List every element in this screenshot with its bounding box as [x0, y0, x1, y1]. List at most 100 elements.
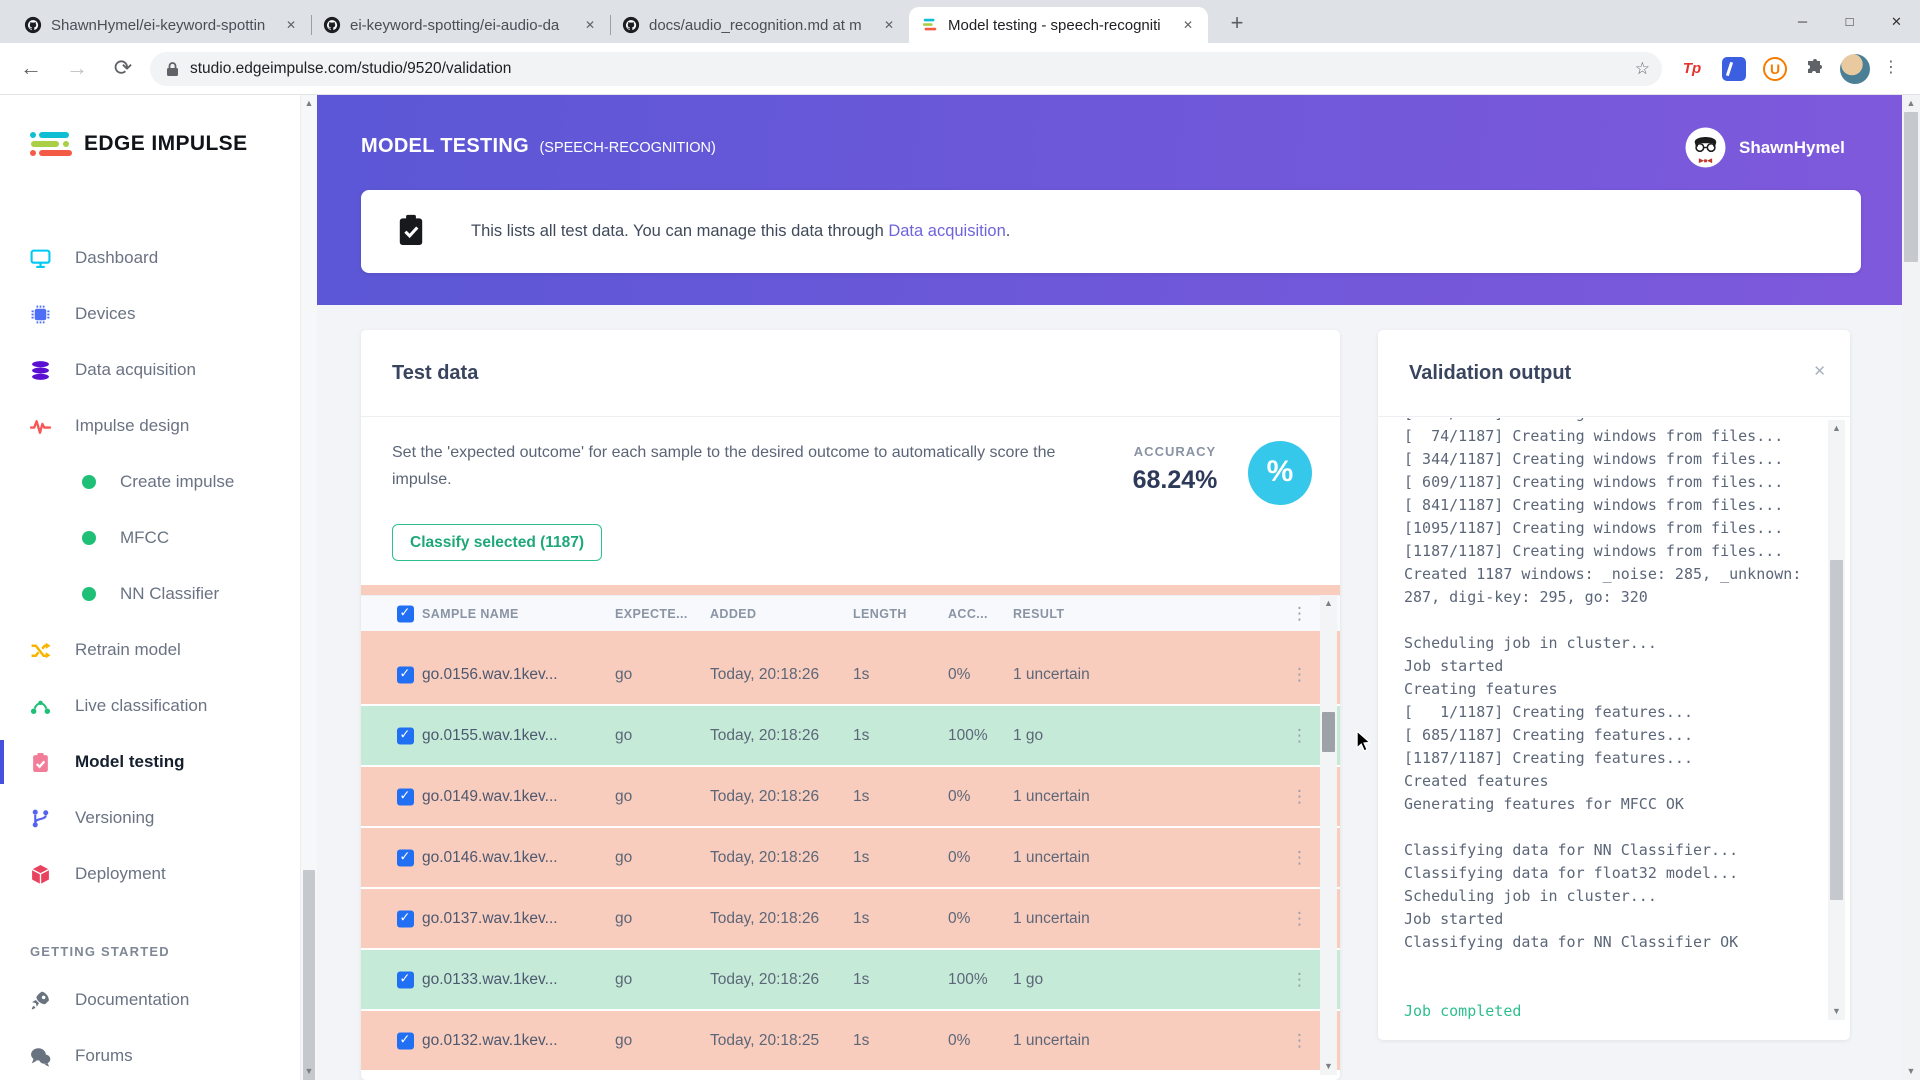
row-checkbox[interactable]	[397, 1031, 414, 1049]
console-line: [ 841/1187] Creating windows from files.…	[1404, 496, 1784, 514]
row-checkbox[interactable]	[397, 848, 414, 866]
edge-impulse-logo[interactable]: EDGE IMPULSE	[28, 128, 248, 160]
sidebar-item-dashboard[interactable]: Dashboard	[0, 230, 300, 286]
close-icon[interactable]: ✕	[1813, 362, 1826, 380]
sidebar-item-forums[interactable]: Forums	[0, 1028, 300, 1080]
accuracy-cell: 0%	[948, 909, 971, 927]
table-row[interactable]: go.0133.wav.1kev... go Today, 20:18:26 1s 10…	[361, 950, 1340, 1009]
scroll-down-arrow[interactable]: ▼	[1320, 1058, 1337, 1075]
extension-tp-icon[interactable]: Tp	[1680, 57, 1704, 81]
column-header[interactable]: EXPECTE...	[615, 607, 688, 621]
row-checkbox[interactable]	[397, 665, 414, 683]
row-checkbox[interactable]	[397, 787, 414, 805]
sidebar-subitem-mfcc[interactable]: MFCC	[0, 510, 300, 566]
table-row[interactable]: go.0132.wav.1kev... go Today, 20:18:25 1s 0%…	[361, 1011, 1340, 1070]
table-row[interactable]: go.0146.wav.1kev... go Today, 20:18:26 1s 0%…	[361, 828, 1340, 887]
length-cell: 1s	[853, 970, 870, 988]
sidebar-item-label: Dashboard	[75, 248, 159, 267]
tab-close-button[interactable]: ✕	[281, 15, 301, 35]
page-scrollbar[interactable]: ▲ ▼	[1902, 95, 1920, 1080]
scrollbar-thumb[interactable]	[1904, 112, 1918, 262]
row-checkbox[interactable]	[397, 726, 414, 744]
row-checkbox[interactable]	[397, 970, 414, 988]
browser-tab[interactable]: ei-keyword-spotting/ei-audio-da ✕	[311, 7, 610, 43]
extension-ublock-icon[interactable]: U	[1763, 57, 1787, 81]
sidebar-item-live-classification[interactable]: Live classification	[0, 678, 300, 734]
dashboard-icon	[30, 248, 52, 269]
scrollbar-thumb[interactable]	[303, 870, 315, 1080]
result-cell: 1 uncertain	[1013, 1031, 1090, 1049]
scroll-up-arrow[interactable]: ▲	[301, 95, 317, 112]
sidebar-item-documentation[interactable]: Documentation	[0, 972, 300, 1028]
row-menu-button[interactable]: ⋮	[1291, 1031, 1308, 1051]
row-menu-button[interactable]: ⋮	[1291, 665, 1308, 685]
column-header[interactable]: LENGTH	[853, 607, 907, 621]
bookmark-star-icon[interactable]: ☆	[1635, 52, 1650, 86]
console-scrollbar[interactable]: ▲ ▼	[1828, 420, 1845, 1020]
extensions-puzzle-icon[interactable]	[1802, 57, 1826, 81]
browser-tab[interactable]: docs/audio_recognition.md at m ✕	[610, 7, 909, 43]
column-header[interactable]: ACC...	[948, 607, 988, 621]
scroll-down-arrow[interactable]: ▼	[1902, 1063, 1920, 1080]
scroll-up-arrow[interactable]: ▲	[1320, 595, 1337, 612]
window-maximize-button[interactable]: □	[1826, 0, 1873, 43]
tab-close-button[interactable]: ✕	[580, 15, 600, 35]
table-row[interactable]: go.0155.wav.1kev... go Today, 20:18:26 1s 10…	[361, 706, 1340, 765]
column-header[interactable]: SAMPLE NAME	[422, 607, 519, 621]
sidebar-item-versioning[interactable]: Versioning	[0, 790, 300, 846]
row-menu-button[interactable]: ⋮	[1291, 970, 1308, 990]
user-chip[interactable]: ShawnHymel	[1685, 127, 1845, 168]
tab-close-button[interactable]: ✕	[1178, 15, 1198, 35]
classify-selected-button[interactable]: Classify selected (1187)	[392, 524, 603, 561]
browser-tab[interactable]: Model testing - speech-recogniti ✕	[909, 7, 1208, 43]
console-line: Job started	[1404, 657, 1504, 675]
table-menu-button[interactable]: ⋮	[1291, 604, 1308, 624]
sidebar-item-impulse-design[interactable]: Impulse design	[0, 398, 300, 454]
github-favicon	[24, 16, 42, 34]
sidebar-item-data-acquisition[interactable]: Data acquisition	[0, 342, 300, 398]
new-tab-button[interactable]: +	[1222, 9, 1252, 39]
row-menu-button[interactable]: ⋮	[1291, 787, 1308, 807]
table-scrollbar[interactable]: ▲ ▼	[1320, 595, 1337, 1075]
scrollbar-thumb[interactable]	[1322, 712, 1335, 752]
data-acquisition-link[interactable]: Data acquisition	[888, 222, 1005, 240]
tab-strip: ShawnHymel/ei-keyword-spottin ✕ ei-keyword…	[12, 7, 1208, 43]
sidebar-item-devices[interactable]: Devices	[0, 286, 300, 342]
browser-tab[interactable]: ShawnHymel/ei-keyword-spottin ✕	[12, 7, 311, 43]
scrollbar-thumb[interactable]	[1830, 560, 1843, 900]
browser-menu-icon[interactable]: ⋮	[1883, 57, 1900, 77]
table-row[interactable]: go.0137.wav.1kev... go Today, 20:18:26 1s 0%…	[361, 889, 1340, 948]
extension-blue-icon[interactable]	[1722, 57, 1746, 81]
row-menu-button[interactable]: ⋮	[1291, 726, 1308, 746]
refresh-button[interactable]: ⟳	[106, 43, 140, 95]
row-checkbox[interactable]	[397, 909, 414, 927]
sidebar-item-retrain-model[interactable]: Retrain model	[0, 622, 300, 678]
address-bar[interactable]: studio.edgeimpulse.com/studio/9520/valid…	[150, 52, 1662, 86]
tab-close-button[interactable]: ✕	[879, 15, 899, 35]
sidebar-subitem-create-impulse[interactable]: Create impulse	[0, 454, 300, 510]
row-menu-button[interactable]: ⋮	[1291, 848, 1308, 868]
table-row[interactable]: go.0149.wav.1kev... go Today, 20:18:26 1s 0%…	[361, 767, 1340, 826]
sidebar-item-model-testing[interactable]: Model testing	[0, 734, 300, 790]
scroll-down-arrow[interactable]: ▼	[301, 1063, 317, 1080]
forward-button[interactable]: →	[60, 43, 94, 95]
table-row[interactable]: go.0156.wav.1kev... go Today, 20:18:26 1s 0%…	[361, 645, 1340, 704]
sidebar-subitem-nn-classifier[interactable]: NN Classifier	[0, 566, 300, 622]
select-all-checkbox[interactable]	[397, 604, 414, 622]
column-header[interactable]: RESULT	[1013, 607, 1064, 621]
validation-output-title: Validation output	[1409, 362, 1572, 384]
scroll-down-arrow[interactable]: ▼	[1828, 1003, 1845, 1020]
scroll-up-arrow[interactable]: ▲	[1902, 95, 1920, 112]
browser-profile-avatar[interactable]	[1840, 54, 1870, 84]
back-button[interactable]: ←	[14, 43, 48, 95]
column-header[interactable]: ADDED	[710, 607, 756, 621]
window-minimize-button[interactable]: ─	[1779, 0, 1826, 43]
tab-title: Model testing - speech-recogniti	[948, 16, 1161, 34]
tab-title: ei-keyword-spotting/ei-audio-da	[350, 16, 560, 34]
row-menu-button[interactable]: ⋮	[1291, 909, 1308, 929]
sidebar-item-deployment[interactable]: Deployment	[0, 846, 300, 902]
sidebar-item-label: Deployment	[75, 864, 166, 883]
window-close-button[interactable]: ✕	[1873, 0, 1920, 43]
scroll-up-arrow[interactable]: ▲	[1828, 420, 1845, 437]
sidebar-scrollbar[interactable]: ▲ ▼	[300, 95, 317, 1080]
